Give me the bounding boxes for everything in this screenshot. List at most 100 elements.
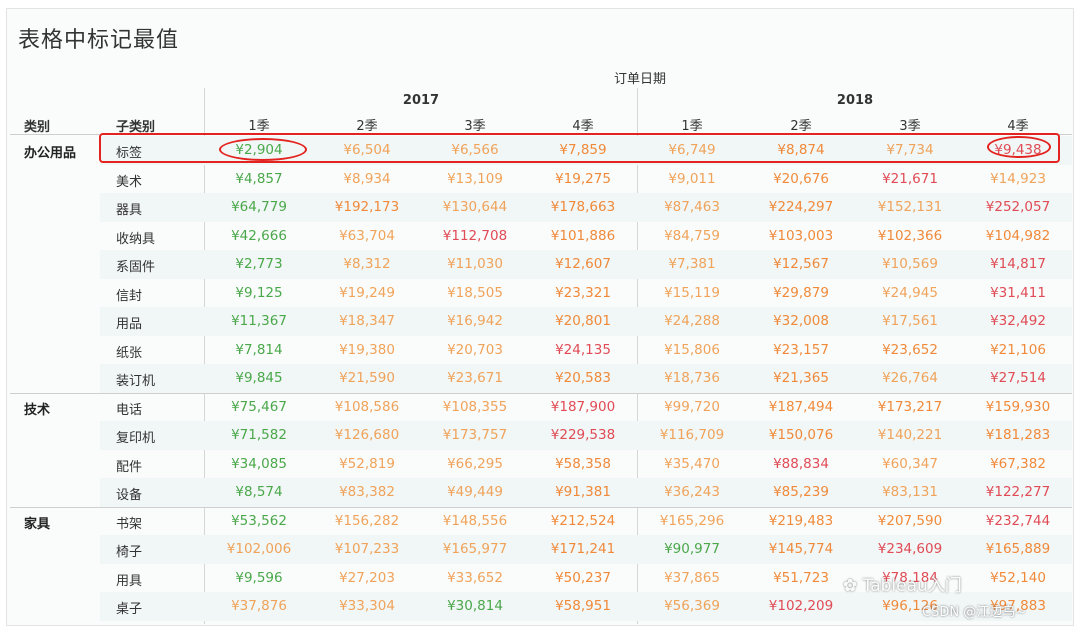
table-cell[interactable]: ¥148,556	[421, 513, 529, 529]
table-cell[interactable]: ¥31,411	[964, 285, 1072, 301]
table-cell[interactable]: ¥178,663	[529, 199, 637, 215]
table-cell[interactable]: ¥52,140	[964, 570, 1072, 586]
table-cell[interactable]: ¥50,237	[529, 570, 637, 586]
table-cell[interactable]: ¥33,652	[421, 570, 529, 586]
table-cell[interactable]: ¥23,157	[747, 342, 855, 358]
table-cell[interactable]: ¥7,814	[205, 342, 313, 358]
table-cell[interactable]: ¥7,381	[638, 256, 746, 272]
table-cell[interactable]: ¥19,249	[313, 285, 421, 301]
table-cell[interactable]: ¥33,304	[313, 598, 421, 614]
table-cell[interactable]: ¥165,977	[421, 541, 529, 557]
table-cell[interactable]: ¥224,297	[747, 199, 855, 215]
table-cell[interactable]: ¥156,282	[313, 513, 421, 529]
table-cell[interactable]: ¥152,131	[856, 199, 964, 215]
table-cell[interactable]: ¥104,982	[964, 228, 1072, 244]
table-cell[interactable]: ¥60,347	[856, 456, 964, 472]
table-cell[interactable]: ¥102,366	[856, 228, 964, 244]
table-cell[interactable]: ¥9,011	[638, 171, 746, 187]
table-cell[interactable]: ¥42,666	[205, 228, 313, 244]
table-cell[interactable]: ¥27,514	[964, 370, 1072, 386]
table-cell[interactable]: ¥84,759	[638, 228, 746, 244]
table-cell[interactable]: ¥219,483	[747, 513, 855, 529]
table-cell[interactable]: ¥173,217	[856, 399, 964, 415]
table-cell[interactable]: ¥107,233	[313, 541, 421, 557]
table-cell[interactable]: ¥10,569	[856, 256, 964, 272]
table-cell[interactable]: ¥34,085	[205, 456, 313, 472]
table-cell[interactable]: ¥108,355	[421, 399, 529, 415]
table-cell[interactable]: ¥181,283	[964, 427, 1072, 443]
table-cell[interactable]: ¥12,567	[747, 256, 855, 272]
table-cell[interactable]: ¥8,934	[313, 171, 421, 187]
table-cell[interactable]: ¥14,817	[964, 256, 1072, 272]
table-cell[interactable]: ¥14,923	[964, 171, 1072, 187]
table-cell[interactable]: ¥29,879	[747, 285, 855, 301]
table-cell[interactable]: ¥232,744	[964, 513, 1072, 529]
table-cell[interactable]: ¥122,277	[964, 484, 1072, 500]
table-cell[interactable]: ¥9,125	[205, 285, 313, 301]
table-cell[interactable]: ¥37,876	[205, 598, 313, 614]
table-cell[interactable]: ¥36,243	[638, 484, 746, 500]
table-cell[interactable]: ¥21,590	[313, 370, 421, 386]
table-cell[interactable]: ¥21,671	[856, 171, 964, 187]
table-cell[interactable]: ¥51,723	[747, 570, 855, 586]
table-cell[interactable]: ¥4,857	[205, 171, 313, 187]
table-cell[interactable]: ¥19,380	[313, 342, 421, 358]
table-cell[interactable]: ¥23,671	[421, 370, 529, 386]
table-cell[interactable]: ¥229,538	[529, 427, 637, 443]
table-cell[interactable]: ¥53,562	[205, 513, 313, 529]
table-cell[interactable]: ¥91,381	[529, 484, 637, 500]
table-cell[interactable]: ¥24,945	[856, 285, 964, 301]
table-cell[interactable]: ¥37,865	[638, 570, 746, 586]
table-cell[interactable]: ¥130,644	[421, 199, 529, 215]
table-cell[interactable]: ¥90,977	[638, 541, 746, 557]
table-cell[interactable]: ¥192,173	[313, 199, 421, 215]
table-cell[interactable]: ¥56,369	[638, 598, 746, 614]
table-cell[interactable]: ¥30,814	[421, 598, 529, 614]
table-cell[interactable]: ¥87,463	[638, 199, 746, 215]
table-cell[interactable]: ¥27,203	[313, 570, 421, 586]
table-cell[interactable]: ¥252,057	[964, 199, 1072, 215]
table-cell[interactable]: ¥11,030	[421, 256, 529, 272]
table-cell[interactable]: ¥19,275	[529, 171, 637, 187]
table-cell[interactable]: ¥150,076	[747, 427, 855, 443]
table-cell[interactable]: ¥187,494	[747, 399, 855, 415]
table-cell[interactable]: ¥35,470	[638, 456, 746, 472]
table-cell[interactable]: ¥8,312	[313, 256, 421, 272]
table-cell[interactable]: ¥11,367	[205, 313, 313, 329]
table-cell[interactable]: ¥145,774	[747, 541, 855, 557]
table-cell[interactable]: ¥12,607	[529, 256, 637, 272]
table-cell[interactable]: ¥64,779	[205, 199, 313, 215]
table-cell[interactable]: ¥20,676	[747, 171, 855, 187]
table-cell[interactable]: ¥24,288	[638, 313, 746, 329]
table-cell[interactable]: ¥165,889	[964, 541, 1072, 557]
table-cell[interactable]: ¥171,241	[529, 541, 637, 557]
table-cell[interactable]: ¥83,382	[313, 484, 421, 500]
table-cell[interactable]: ¥17,561	[856, 313, 964, 329]
table-cell[interactable]: ¥102,209	[747, 598, 855, 614]
table-cell[interactable]: ¥187,900	[529, 399, 637, 415]
table-cell[interactable]: ¥16,942	[421, 313, 529, 329]
table-cell[interactable]: ¥67,382	[964, 456, 1072, 472]
table-cell[interactable]: ¥102,006	[205, 541, 313, 557]
table-cell[interactable]: ¥83,131	[856, 484, 964, 500]
table-cell[interactable]: ¥20,801	[529, 313, 637, 329]
table-cell[interactable]: ¥32,008	[747, 313, 855, 329]
table-cell[interactable]: ¥165,296	[638, 513, 746, 529]
table-cell[interactable]: ¥88,834	[747, 456, 855, 472]
table-cell[interactable]: ¥13,109	[421, 171, 529, 187]
table-cell[interactable]: ¥63,704	[313, 228, 421, 244]
table-cell[interactable]: ¥9,845	[205, 370, 313, 386]
table-cell[interactable]: ¥112,708	[421, 228, 529, 244]
table-cell[interactable]: ¥23,652	[856, 342, 964, 358]
table-cell[interactable]: ¥173,757	[421, 427, 529, 443]
table-cell[interactable]: ¥20,583	[529, 370, 637, 386]
table-cell[interactable]: ¥20,703	[421, 342, 529, 358]
table-cell[interactable]: ¥71,582	[205, 427, 313, 443]
table-cell[interactable]: ¥21,365	[747, 370, 855, 386]
table-cell[interactable]: ¥101,886	[529, 228, 637, 244]
table-cell[interactable]: ¥32,492	[964, 313, 1072, 329]
table-cell[interactable]: ¥23,321	[529, 285, 637, 301]
table-cell[interactable]: ¥126,680	[313, 427, 421, 443]
table-cell[interactable]: ¥103,003	[747, 228, 855, 244]
table-cell[interactable]: ¥108,586	[313, 399, 421, 415]
